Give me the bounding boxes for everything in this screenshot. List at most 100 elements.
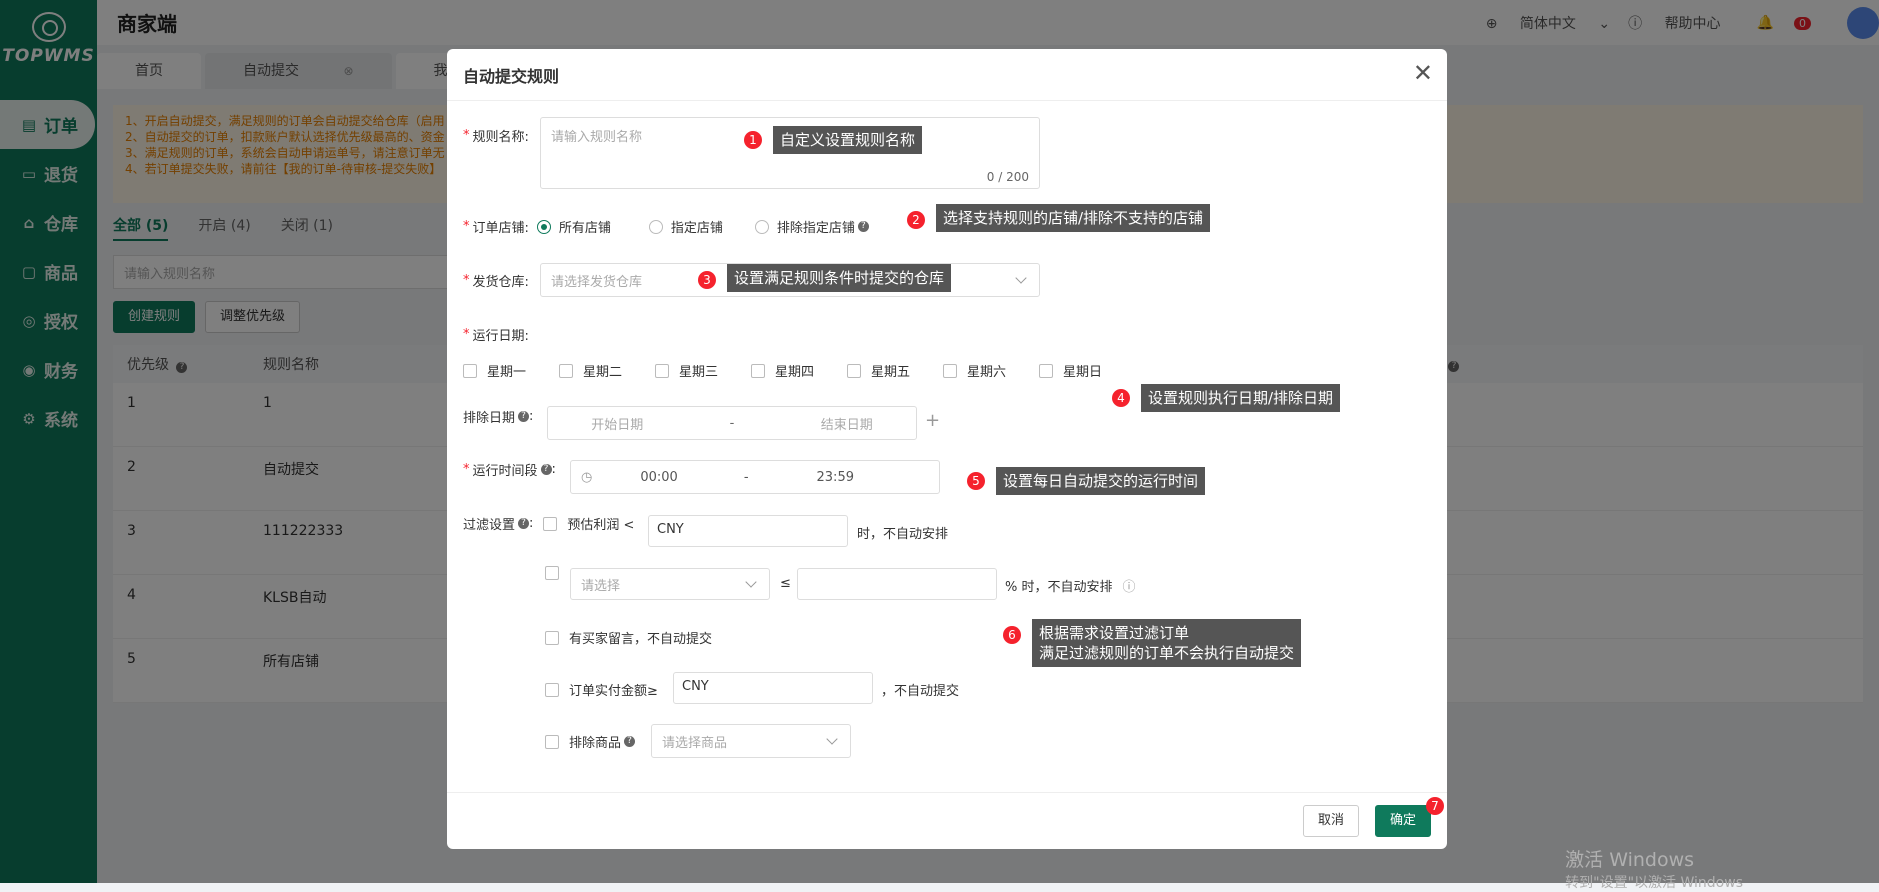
select-placeholder: 请选择 — [581, 579, 620, 594]
weekday-thu[interactable]: 星期四 — [751, 361, 847, 380]
radio-icon — [755, 220, 769, 234]
weekday-sun[interactable]: 星期日 — [1039, 361, 1135, 380]
help-circle-icon: ⓘ — [1123, 576, 1136, 595]
annotation-number: 4 — [1112, 389, 1130, 407]
rule-dialog: 自动提交规则 ✕ *规则名称: 请输入规则名称 0 / 200 *订单店铺: 所… — [447, 49, 1447, 849]
checkbox-icon — [559, 364, 573, 378]
select-checkbox[interactable] — [545, 566, 559, 580]
cancel-button[interactable]: 取消 — [1303, 805, 1359, 837]
profit-suffix: 时，不自动安排 — [857, 523, 948, 542]
profit-input[interactable]: CNY — [648, 515, 848, 547]
close-icon[interactable]: ✕ — [1413, 59, 1433, 87]
weekday-checkboxes: 星期一 星期二 星期三 星期四 星期五 星期六 星期日 — [463, 361, 1135, 380]
le-sign: ≤ — [780, 576, 791, 591]
checkbox-icon — [655, 364, 669, 378]
checkbox-icon — [1039, 364, 1053, 378]
shop-option-all[interactable]: 所有店铺 — [537, 217, 611, 236]
amount-checkbox[interactable] — [545, 683, 559, 697]
weekday-label: 星期日 — [1063, 361, 1102, 380]
buyer-msg-checkbox[interactable] — [545, 631, 559, 645]
chevron-down-icon — [826, 733, 837, 744]
required-mark: * — [463, 327, 470, 342]
annotation-number: 6 — [1003, 626, 1021, 644]
filter-select[interactable]: 请选择 — [570, 568, 770, 600]
amount-label: 订单实付金额≥ — [569, 680, 658, 699]
weekday-sat[interactable]: 星期六 — [943, 361, 1039, 380]
annotation-line: 根据需求设置过滤订单 — [1039, 623, 1294, 643]
buyer-msg-label: 有买家留言，不自动提交 — [569, 628, 712, 647]
radio-label: 排除指定店铺 — [777, 217, 855, 236]
exclude-date-row: 排除日期?: — [463, 407, 533, 426]
goods-select[interactable]: 请选择商品 — [651, 724, 851, 758]
shop-option-specified[interactable]: 指定店铺 — [649, 217, 723, 236]
profit-checkbox[interactable] — [543, 517, 557, 531]
windows-watermark: 激活 Windows转到"设置"以激活 Windows — [1565, 845, 1743, 892]
shop-row: *订单店铺: 所有店铺 指定店铺 排除指定店铺? — [463, 217, 869, 236]
filter-row-amount: 订单实付金额≥ — [545, 680, 658, 699]
amount-input[interactable]: CNY — [673, 672, 873, 704]
required-mark: * — [463, 273, 470, 288]
filter-row-exclude-goods: 排除商品? — [545, 732, 635, 751]
warehouse-label: 发货仓库: — [473, 271, 529, 290]
weekday-label: 星期五 — [871, 361, 910, 380]
filter-row-buyer-msg: 有买家留言，不自动提交 — [545, 628, 712, 647]
filter-row-profit: 过滤设置?: 预估利润 < — [463, 514, 634, 533]
weekday-fri[interactable]: 星期五 — [847, 361, 943, 380]
weekday-label: 星期三 — [679, 361, 718, 380]
radio-label: 指定店铺 — [671, 217, 723, 236]
clock-icon: ◷ — [581, 470, 592, 485]
percent-suffix: % 时，不自动安排 — [1005, 576, 1113, 595]
run-date-row: *运行日期: — [463, 325, 529, 344]
dialog-footer: 取消 确定 — [447, 792, 1447, 849]
colon: : — [529, 516, 533, 531]
run-date-label: 运行日期: — [473, 325, 529, 344]
confirm-button[interactable]: 确定 — [1375, 805, 1431, 837]
annotation-line: 满足过滤规则的订单不会执行自动提交 — [1039, 643, 1294, 663]
checkbox-icon — [943, 364, 957, 378]
annotation-number: 5 — [967, 472, 985, 490]
help-icon: ? — [624, 736, 635, 747]
annotation-tooltip: 根据需求设置过滤订单满足过滤规则的订单不会执行自动提交 — [1032, 619, 1301, 667]
rule-name-placeholder: 请输入规则名称 — [551, 130, 642, 145]
rule-name-row: *规则名称: — [463, 126, 529, 145]
help-icon: ? — [541, 464, 552, 475]
checkbox-icon — [847, 364, 861, 378]
char-counter: 0 / 200 — [987, 170, 1029, 184]
annotation-tooltip: 自定义设置规则名称 — [773, 126, 922, 154]
annotation-tooltip: 设置规则执行日期/排除日期 — [1141, 384, 1340, 412]
percent-input[interactable] — [797, 568, 997, 600]
filter-row-select — [545, 566, 569, 580]
radio-icon — [649, 220, 663, 234]
exclude-date-range[interactable]: 开始日期 - 结束日期 — [547, 406, 917, 440]
exclude-goods-checkbox[interactable] — [545, 735, 559, 749]
watermark-line: 激活 Windows — [1565, 845, 1743, 872]
colon: : — [552, 462, 556, 477]
weekday-label: 星期六 — [967, 361, 1006, 380]
required-mark: * — [463, 219, 470, 234]
range-separator: - — [730, 416, 735, 431]
add-date-icon[interactable]: + — [925, 410, 940, 431]
annotation-tooltip: 设置每日自动提交的运行时间 — [996, 467, 1205, 495]
weekday-wed[interactable]: 星期三 — [655, 361, 751, 380]
start-date-placeholder: 开始日期 — [591, 414, 643, 433]
annotation-tooltip: 选择支持规则的店铺/排除不支持的店铺 — [936, 204, 1210, 232]
radio-label: 所有店铺 — [559, 217, 611, 236]
goods-placeholder: 请选择商品 — [662, 736, 727, 751]
weekday-label: 星期一 — [487, 361, 526, 380]
weekday-tue[interactable]: 星期二 — [559, 361, 655, 380]
shop-option-exclude[interactable]: 排除指定店铺? — [755, 217, 869, 236]
colon: : — [529, 409, 533, 424]
dialog-title: 自动提交规则 — [463, 67, 559, 86]
rule-name-label: 规则名称: — [473, 126, 529, 145]
required-mark: * — [463, 462, 470, 477]
weekday-mon[interactable]: 星期一 — [463, 361, 559, 380]
start-time: 00:00 — [640, 470, 677, 485]
help-icon: ? — [858, 221, 869, 232]
end-time: 23:59 — [817, 470, 854, 485]
chevron-down-icon — [1015, 272, 1026, 283]
warehouse-row: *发货仓库: — [463, 271, 529, 290]
annotation-number: 2 — [907, 211, 925, 229]
checkbox-icon — [751, 364, 765, 378]
run-time-range[interactable]: ◷ 00:00 - 23:59 — [570, 460, 940, 494]
annotation-number: 3 — [698, 271, 716, 289]
